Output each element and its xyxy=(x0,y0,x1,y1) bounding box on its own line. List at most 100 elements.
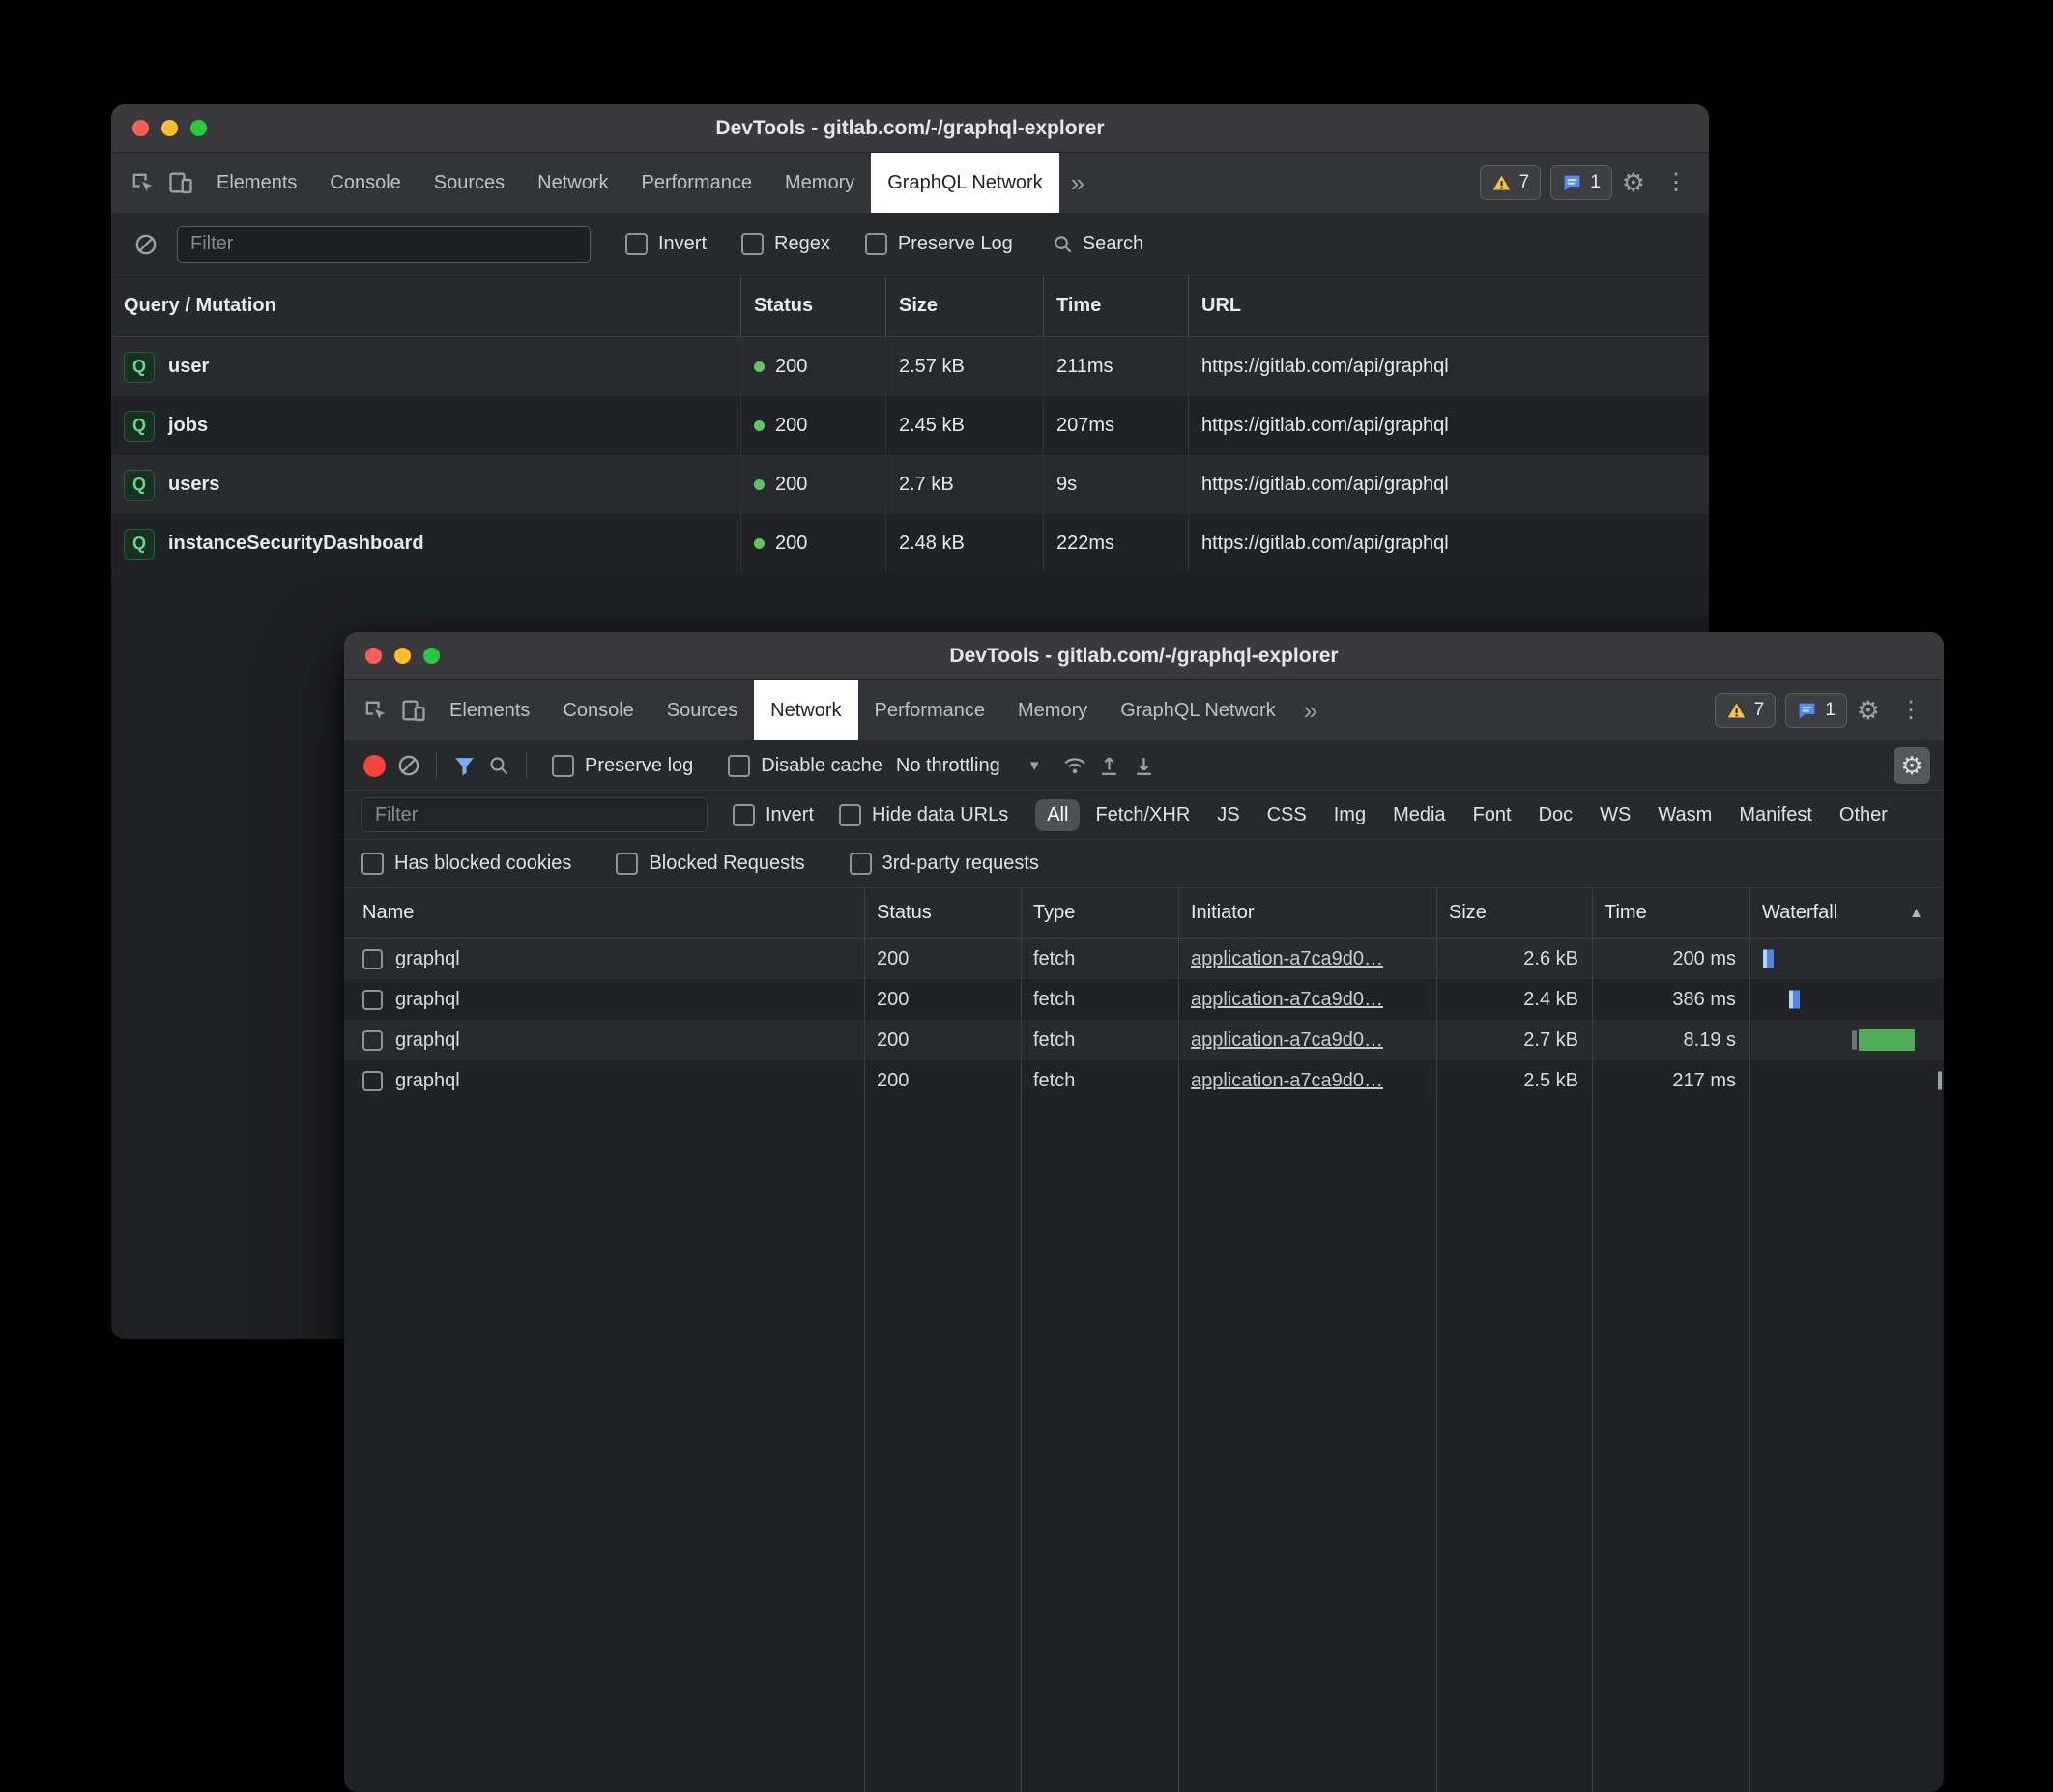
device-toolbar-icon[interactable] xyxy=(161,163,200,202)
filter-pill-img[interactable]: Img xyxy=(1322,799,1377,831)
tab-performance[interactable]: Performance xyxy=(625,153,769,213)
import-har-icon[interactable] xyxy=(1092,748,1127,783)
network-filter-input[interactable] xyxy=(361,797,708,832)
column-resize-handle[interactable] xyxy=(1436,888,1437,1792)
filter-pill-manifest[interactable]: Manifest xyxy=(1727,799,1824,831)
tab-memory[interactable]: Memory xyxy=(768,153,871,213)
network-conditions-icon[interactable] xyxy=(1057,748,1092,783)
network-request-row[interactable]: graphql 200 fetch application-a7ca9d0… 2… xyxy=(344,1060,1944,1101)
tab-graphql-network[interactable]: GraphQL Network xyxy=(1104,680,1291,740)
filter-pill-font[interactable]: Font xyxy=(1461,799,1523,831)
tab-sources[interactable]: Sources xyxy=(418,153,521,213)
record-button[interactable] xyxy=(363,755,386,777)
invert-checkbox[interactable] xyxy=(733,804,755,826)
column-header-size[interactable]: Size xyxy=(886,275,1044,336)
network-request-row[interactable]: graphql 200 fetch application-a7ca9d0… 2… xyxy=(344,979,1944,1020)
tab-network[interactable]: Network xyxy=(754,680,857,740)
column-header-status[interactable]: Status xyxy=(741,275,886,336)
throttling-dropdown[interactable]: No throttling ▼ xyxy=(896,755,1042,777)
zoom-button[interactable] xyxy=(190,120,207,136)
column-header-initiator[interactable]: Initiator xyxy=(1178,888,1436,938)
regex-checkbox-group[interactable]: Regex xyxy=(741,233,830,255)
tab-elements[interactable]: Elements xyxy=(433,680,546,740)
filter-pill-wasm[interactable]: Wasm xyxy=(1646,799,1723,831)
tab-memory[interactable]: Memory xyxy=(1001,680,1104,740)
preserve-log-checkbox-group[interactable]: Preserve log xyxy=(552,755,693,777)
column-resize-handle[interactable] xyxy=(1178,888,1179,1792)
column-header-time[interactable]: Time xyxy=(1044,275,1189,336)
column-header-time[interactable]: Time xyxy=(1592,888,1749,938)
regex-checkbox[interactable] xyxy=(741,233,764,255)
network-request-row[interactable]: graphql 200 fetch application-a7ca9d0… 2… xyxy=(344,939,1944,979)
warnings-badge[interactable]: 7 xyxy=(1715,693,1777,728)
invert-checkbox-group[interactable]: Invert xyxy=(625,233,707,255)
initiator-link[interactable]: application-a7ca9d0… xyxy=(1191,948,1383,970)
row-checkbox[interactable] xyxy=(362,1071,383,1091)
filter-pill-all[interactable]: All xyxy=(1035,799,1080,831)
table-row[interactable]: Q users 200 2.7 kB 9s https://gitlab.com… xyxy=(111,455,1709,514)
tab-performance[interactable]: Performance xyxy=(858,680,1002,740)
more-tabs-icon[interactable]: » xyxy=(1059,168,1096,198)
clear-icon[interactable] xyxy=(391,748,426,783)
third-party-requests-checkbox-group[interactable]: 3rd-party requests xyxy=(850,853,1039,875)
blocked-requests-checkbox[interactable] xyxy=(616,853,638,875)
warnings-badge[interactable]: 7 xyxy=(1480,165,1542,200)
blocked-cookies-checkbox-group[interactable]: Has blocked cookies xyxy=(361,853,571,875)
column-resize-handle[interactable] xyxy=(1021,888,1022,1792)
initiator-link[interactable]: application-a7ca9d0… xyxy=(1191,989,1383,1011)
table-row[interactable]: Q user 200 2.57 kB 211ms https://gitlab.… xyxy=(111,337,1709,396)
tab-console[interactable]: Console xyxy=(546,680,650,740)
tab-elements[interactable]: Elements xyxy=(200,153,313,213)
filter-pill-media[interactable]: Media xyxy=(1381,799,1457,831)
preserve-log-checkbox[interactable] xyxy=(865,233,887,255)
tab-network[interactable]: Network xyxy=(521,153,624,213)
minimize-button[interactable] xyxy=(394,648,411,664)
column-header-status[interactable]: Status xyxy=(864,888,1021,938)
column-header-name[interactable]: Name xyxy=(344,888,864,938)
filter-funnel-icon[interactable] xyxy=(447,748,481,783)
filter-pill-js[interactable]: JS xyxy=(1205,799,1251,831)
issues-badge[interactable]: 1 xyxy=(1550,165,1612,200)
row-checkbox[interactable] xyxy=(362,1030,383,1051)
zoom-button[interactable] xyxy=(423,648,440,664)
column-header-waterfall[interactable]: Waterfall ▲ xyxy=(1749,888,1944,938)
network-settings-gear-icon[interactable]: ⚙ xyxy=(1894,747,1930,784)
device-toolbar-icon[interactable] xyxy=(394,691,433,730)
filter-input[interactable] xyxy=(177,226,591,263)
inspect-element-icon[interactable] xyxy=(123,163,161,202)
table-row[interactable]: Q instanceSecurityDashboard 200 2.48 kB … xyxy=(111,514,1709,573)
settings-gear-icon[interactable]: ⚙ xyxy=(1847,698,1890,724)
tab-graphql-network[interactable]: GraphQL Network xyxy=(871,153,1058,213)
column-resize-handle[interactable] xyxy=(1592,888,1593,1792)
close-button[interactable] xyxy=(132,120,149,136)
disable-cache-checkbox[interactable] xyxy=(728,755,750,777)
row-checkbox[interactable] xyxy=(362,949,383,969)
column-resize-handle[interactable] xyxy=(864,888,865,1792)
hide-data-urls-checkbox-group[interactable]: Hide data URLs xyxy=(839,804,1008,826)
kebab-menu-icon[interactable]: ⋮ xyxy=(1655,171,1697,194)
search-icon[interactable] xyxy=(481,748,516,783)
filter-pill-ws[interactable]: WS xyxy=(1588,799,1642,831)
invert-checkbox[interactable] xyxy=(625,233,648,255)
column-header-query[interactable]: Query / Mutation xyxy=(111,275,741,336)
preserve-log-checkbox[interactable] xyxy=(552,755,574,777)
export-har-icon[interactable] xyxy=(1127,748,1162,783)
close-button[interactable] xyxy=(365,648,382,664)
disable-cache-checkbox-group[interactable]: Disable cache xyxy=(728,755,882,777)
hide-data-urls-checkbox[interactable] xyxy=(839,804,861,826)
column-header-type[interactable]: Type xyxy=(1021,888,1178,938)
tab-sources[interactable]: Sources xyxy=(651,680,754,740)
issues-badge[interactable]: 1 xyxy=(1785,693,1847,728)
blocked-cookies-checkbox[interactable] xyxy=(361,853,384,875)
initiator-link[interactable]: application-a7ca9d0… xyxy=(1191,1070,1383,1092)
blocked-requests-checkbox-group[interactable]: Blocked Requests xyxy=(616,853,804,875)
search-button[interactable]: Search xyxy=(1052,233,1143,255)
settings-gear-icon[interactable]: ⚙ xyxy=(1612,170,1655,196)
initiator-link[interactable]: application-a7ca9d0… xyxy=(1191,1029,1383,1052)
column-resize-handle[interactable] xyxy=(1749,888,1750,1792)
third-party-requests-checkbox[interactable] xyxy=(850,853,872,875)
clear-icon[interactable] xyxy=(129,227,163,262)
inspect-element-icon[interactable] xyxy=(356,691,394,730)
network-request-row[interactable]: graphql 200 fetch application-a7ca9d0… 2… xyxy=(344,1020,1944,1060)
column-header-url[interactable]: URL xyxy=(1189,275,1709,336)
